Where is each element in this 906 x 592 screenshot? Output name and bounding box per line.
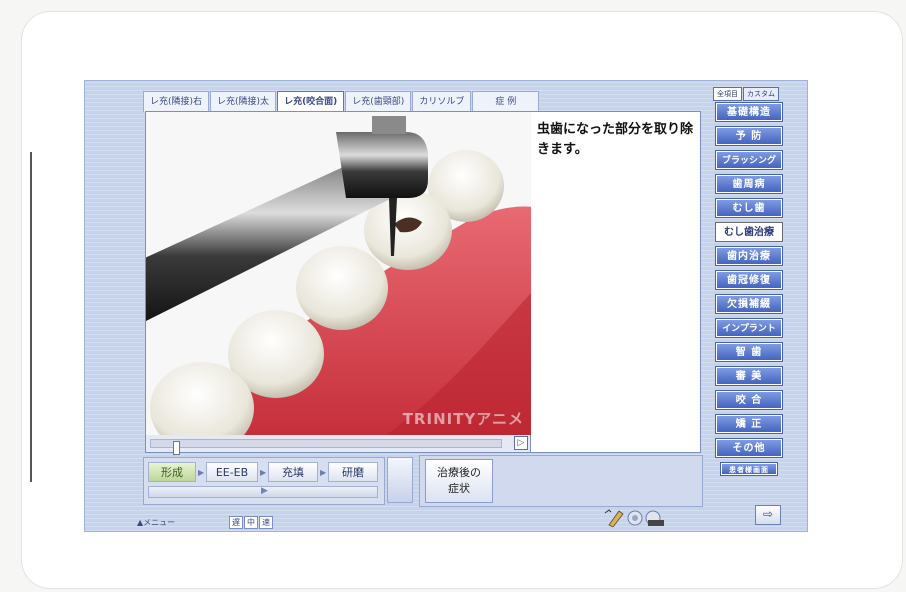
procedure-tabs: レ充(隣接)右 レ充(隣接)太 レ充(咬合面) レ充(歯頸部) カリソルブ 症 … xyxy=(143,91,540,112)
sidebar-item-implant[interactable]: インプラント xyxy=(716,319,782,337)
sidebar-item-caries[interactable]: むし歯 xyxy=(716,199,782,217)
step-filling[interactable]: 充填 xyxy=(268,462,318,482)
sidebar-item-orthodontics[interactable]: 矯 正 xyxy=(716,415,782,433)
tab-proximal-right[interactable]: レ充(隣接)右 xyxy=(143,91,210,112)
step-arrow-icon: ▶ xyxy=(198,468,205,477)
patient-screen-button[interactable]: 患者様画面 xyxy=(721,463,777,475)
exit-button[interactable]: ⇨ xyxy=(755,505,781,525)
speed-fast-button[interactable]: 速 xyxy=(259,516,273,529)
speed-medium-button[interactable]: 中 xyxy=(244,516,258,529)
sidebar-item-aesthetic[interactable]: 審 美 xyxy=(716,367,782,385)
tab-carisolv[interactable]: カリソルブ xyxy=(412,91,472,112)
sidebar-item-periodontal[interactable]: 歯周病 xyxy=(716,175,782,193)
sidebar-item-other[interactable]: その他 xyxy=(716,439,782,457)
playback-bar: ▷ xyxy=(145,435,531,455)
eraser-tool-icon[interactable] xyxy=(627,510,643,526)
sidebar-item-wisdom-tooth[interactable]: 智 歯 xyxy=(716,343,782,361)
camera-tool-icon[interactable] xyxy=(645,510,664,526)
sidebar-item-basic-structure[interactable]: 基礎構造 xyxy=(716,103,782,121)
premolar-tooth xyxy=(296,246,388,330)
speed-slow-button[interactable]: 遅 xyxy=(229,516,243,529)
frame-edge-line xyxy=(30,152,32,482)
sidebar-tabs: 全項目 カスタム xyxy=(713,87,780,101)
after-button-line1: 治療後の xyxy=(437,466,481,479)
thumbnail-grid-icon[interactable] xyxy=(387,457,413,503)
step-arrow-icon: ▶ xyxy=(320,468,327,477)
sidebar-item-occlusion[interactable]: 咬 合 xyxy=(716,391,782,409)
sidebar-item-caries-treatment[interactable]: むし歯治療 xyxy=(716,223,782,241)
step-arrow-icon: ▶ xyxy=(260,468,267,477)
step-etching-bonding[interactable]: EE-EB xyxy=(206,462,258,482)
tab-custom[interactable]: カスタム xyxy=(743,87,779,101)
tab-proximal-left[interactable]: レ充(隣接)太 xyxy=(210,91,277,112)
description-panel: 虫歯になった部分を取り除きます。 xyxy=(531,111,701,453)
animation-viewport: TRINITYアニメ xyxy=(145,111,533,436)
tab-cervical[interactable]: レ充(歯頸部) xyxy=(345,91,412,112)
speed-controls: 遅 中 速 xyxy=(229,516,274,529)
handpiece-head xyxy=(336,132,428,198)
timeline-slider[interactable] xyxy=(150,439,502,455)
sidebar-item-prosthetics[interactable]: 欠損補綴 xyxy=(716,295,782,313)
handpiece-top xyxy=(372,116,406,134)
pen-tool-icon[interactable] xyxy=(604,509,624,527)
step-preparation[interactable]: 形成 xyxy=(148,462,196,482)
menu-link[interactable]: ▲メニュー xyxy=(137,517,175,528)
sidebar-item-crown-restoration[interactable]: 歯冠修復 xyxy=(716,271,782,289)
app-window: レ充(隣接)右 レ充(隣接)太 レ充(咬合面) レ充(歯頸部) カリソルブ 症 … xyxy=(84,80,808,532)
sidebar-item-prevention[interactable]: 予 防 xyxy=(716,127,782,145)
category-sidebar: 基礎構造 予 防 ブラッシング 歯周病 むし歯 むし歯治療 歯内治療 歯冠修復 … xyxy=(713,103,785,481)
sidebar-item-brushing[interactable]: ブラッシング xyxy=(716,151,782,169)
treatment-steps: 形成 ▶ EE-EB ▶ 充填 ▶ 研磨 ▶ xyxy=(143,457,385,505)
tab-occlusal[interactable]: レ充(咬合面) xyxy=(277,91,345,112)
timeline-thumb[interactable] xyxy=(173,441,180,455)
play-button[interactable]: ▷ xyxy=(514,436,528,450)
watermark: TRINITYアニメ xyxy=(402,410,524,428)
step-polishing[interactable]: 研磨 xyxy=(328,462,378,482)
tab-all-items[interactable]: 全項目 xyxy=(713,87,742,101)
step-progress-bar: ▶ xyxy=(148,486,378,498)
dental-illustration xyxy=(146,112,532,435)
after-button-line2: 症状 xyxy=(448,482,470,495)
sidebar-item-endodontic[interactable]: 歯内治療 xyxy=(716,247,782,265)
progress-arrow-icon: ▶ xyxy=(261,486,268,496)
drawing-tools xyxy=(604,509,664,527)
tab-case[interactable]: 症 例 xyxy=(472,91,540,112)
after-treatment-button[interactable]: 治療後の 症状 xyxy=(425,459,493,503)
